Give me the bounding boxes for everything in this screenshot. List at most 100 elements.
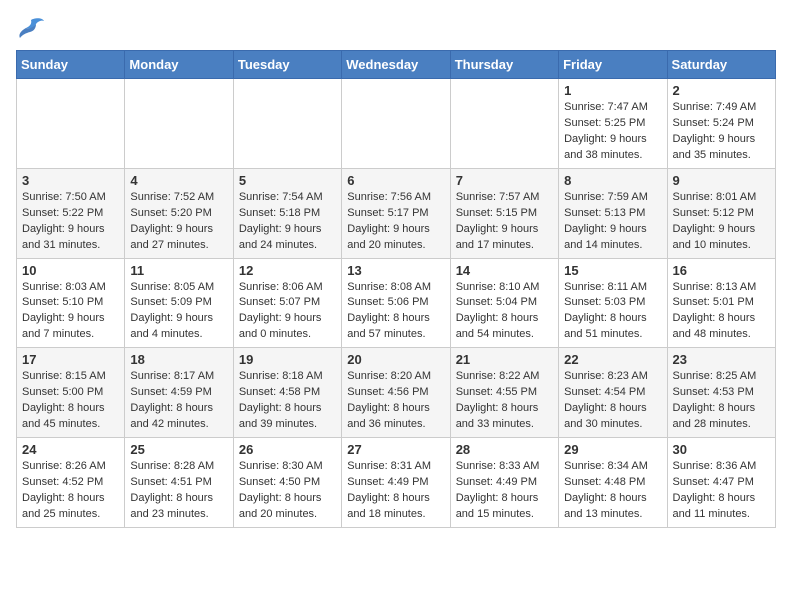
calendar-cell: 30 Sunrise: 8:36 AMSunset: 4:47 PMDayligh… <box>667 438 775 528</box>
day-info: Sunrise: 8:33 AMSunset: 4:49 PMDaylight:… <box>456 459 553 523</box>
day-number: 29 <box>564 442 661 457</box>
calendar-cell: 24 Sunrise: 8:26 AMSunset: 4:52 PMDayligh… <box>17 438 125 528</box>
day-info: Sunrise: 8:03 AMSunset: 5:10 PMDaylight:… <box>22 280 119 344</box>
day-number: 11 <box>130 263 227 278</box>
day-info: Sunrise: 8:34 AMSunset: 4:48 PMDaylight:… <box>564 459 661 523</box>
day-number: 18 <box>130 352 227 367</box>
calendar-cell: 11Sunrise: 8:05 AMSunset: 5:09 PMDayligh… <box>125 258 233 348</box>
col-header-thursday: Thursday <box>450 51 558 79</box>
calendar-cell: 4 Sunrise: 7:52 AMSunset: 5:20 PMDaylight… <box>125 168 233 258</box>
calendar-cell: 18 Sunrise: 8:17 AMSunset: 4:59 PMDayligh… <box>125 348 233 438</box>
day-number: 23 <box>673 352 770 367</box>
col-header-wednesday: Wednesday <box>342 51 450 79</box>
day-info: Sunrise: 8:26 AMSunset: 4:52 PMDaylight:… <box>22 459 119 523</box>
calendar-cell: 20 Sunrise: 8:20 AMSunset: 4:56 PMDayligh… <box>342 348 450 438</box>
day-info: Sunrise: 7:49 AMSunset: 5:24 PMDaylight:… <box>673 100 770 164</box>
day-info: Sunrise: 7:56 AMSunset: 5:17 PMDaylight:… <box>347 190 444 254</box>
day-number: 16 <box>673 263 770 278</box>
calendar-cell <box>17 79 125 169</box>
day-number: 6 <box>347 173 444 188</box>
day-info: Sunrise: 8:10 AMSunset: 5:04 PMDaylight:… <box>456 280 553 344</box>
day-info: Sunrise: 8:18 AMSunset: 4:58 PMDaylight:… <box>239 369 336 433</box>
calendar-cell: 21 Sunrise: 8:22 AMSunset: 4:55 PMDayligh… <box>450 348 558 438</box>
day-info: Sunrise: 8:15 AMSunset: 5:00 PMDaylight:… <box>22 369 119 433</box>
day-number: 24 <box>22 442 119 457</box>
day-info: Sunrise: 8:22 AMSunset: 4:55 PMDaylight:… <box>456 369 553 433</box>
day-number: 10 <box>22 263 119 278</box>
calendar-cell: 19 Sunrise: 8:18 AMSunset: 4:58 PMDayligh… <box>233 348 341 438</box>
logo <box>16 16 50 40</box>
day-info: Sunrise: 8:20 AMSunset: 4:56 PMDaylight:… <box>347 369 444 433</box>
col-header-monday: Monday <box>125 51 233 79</box>
day-number: 14 <box>456 263 553 278</box>
calendar-cell: 23 Sunrise: 8:25 AMSunset: 4:53 PMDayligh… <box>667 348 775 438</box>
calendar-cell: 14 Sunrise: 8:10 AMSunset: 5:04 PMDayligh… <box>450 258 558 348</box>
calendar-table: SundayMondayTuesdayWednesdayThursdayFrid… <box>16 50 776 528</box>
day-info: Sunrise: 7:50 AMSunset: 5:22 PMDaylight:… <box>22 190 119 254</box>
day-info: Sunrise: 8:17 AMSunset: 4:59 PMDaylight:… <box>130 369 227 433</box>
calendar-cell: 1 Sunrise: 7:47 AMSunset: 5:25 PMDaylight… <box>559 79 667 169</box>
day-number: 26 <box>239 442 336 457</box>
day-info: Sunrise: 8:25 AMSunset: 4:53 PMDaylight:… <box>673 369 770 433</box>
day-info: Sunrise: 7:59 AMSunset: 5:13 PMDaylight:… <box>564 190 661 254</box>
day-number: 3 <box>22 173 119 188</box>
calendar-cell: 29 Sunrise: 8:34 AMSunset: 4:48 PMDayligh… <box>559 438 667 528</box>
calendar-cell: 5Sunrise: 7:54 AMSunset: 5:18 PMDaylight… <box>233 168 341 258</box>
calendar-cell: 9 Sunrise: 8:01 AMSunset: 5:12 PMDaylight… <box>667 168 775 258</box>
calendar-cell: 10 Sunrise: 8:03 AMSunset: 5:10 PMDayligh… <box>17 258 125 348</box>
day-number: 15 <box>564 263 661 278</box>
calendar-cell: 7 Sunrise: 7:57 AMSunset: 5:15 PMDaylight… <box>450 168 558 258</box>
day-number: 21 <box>456 352 553 367</box>
day-number: 1 <box>564 83 661 98</box>
col-header-friday: Friday <box>559 51 667 79</box>
day-info: Sunrise: 8:23 AMSunset: 4:54 PMDaylight:… <box>564 369 661 433</box>
day-number: 17 <box>22 352 119 367</box>
calendar-cell: 16 Sunrise: 8:13 AMSunset: 5:01 PMDayligh… <box>667 258 775 348</box>
col-header-sunday: Sunday <box>17 51 125 79</box>
day-number: 22 <box>564 352 661 367</box>
day-number: 2 <box>673 83 770 98</box>
page-header <box>16 16 776 40</box>
calendar-cell: 17 Sunrise: 8:15 AMSunset: 5:00 PMDayligh… <box>17 348 125 438</box>
calendar-cell: 2 Sunrise: 7:49 AMSunset: 5:24 PMDaylight… <box>667 79 775 169</box>
day-number: 27 <box>347 442 444 457</box>
calendar-cell <box>342 79 450 169</box>
day-info: Sunrise: 7:52 AMSunset: 5:20 PMDaylight:… <box>130 190 227 254</box>
calendar-cell: 28Sunrise: 8:33 AMSunset: 4:49 PMDayligh… <box>450 438 558 528</box>
day-info: Sunrise: 8:08 AMSunset: 5:06 PMDaylight:… <box>347 280 444 344</box>
day-number: 8 <box>564 173 661 188</box>
calendar-cell: 6 Sunrise: 7:56 AMSunset: 5:17 PMDaylight… <box>342 168 450 258</box>
day-number: 25 <box>130 442 227 457</box>
day-number: 13 <box>347 263 444 278</box>
day-number: 20 <box>347 352 444 367</box>
day-number: 12 <box>239 263 336 278</box>
calendar-cell: 26Sunrise: 8:30 AMSunset: 4:50 PMDayligh… <box>233 438 341 528</box>
calendar-cell <box>233 79 341 169</box>
calendar-cell <box>450 79 558 169</box>
col-header-saturday: Saturday <box>667 51 775 79</box>
day-number: 4 <box>130 173 227 188</box>
day-info: Sunrise: 8:01 AMSunset: 5:12 PMDaylight:… <box>673 190 770 254</box>
day-info: Sunrise: 8:13 AMSunset: 5:01 PMDaylight:… <box>673 280 770 344</box>
calendar-cell: 3 Sunrise: 7:50 AMSunset: 5:22 PMDaylight… <box>17 168 125 258</box>
calendar-cell: 13 Sunrise: 8:08 AMSunset: 5:06 PMDayligh… <box>342 258 450 348</box>
day-info: Sunrise: 8:31 AMSunset: 4:49 PMDaylight:… <box>347 459 444 523</box>
day-info: Sunrise: 8:36 AMSunset: 4:47 PMDaylight:… <box>673 459 770 523</box>
logo-icon <box>16 16 46 40</box>
calendar-cell: 8 Sunrise: 7:59 AMSunset: 5:13 PMDaylight… <box>559 168 667 258</box>
calendar-cell: 25 Sunrise: 8:28 AMSunset: 4:51 PMDayligh… <box>125 438 233 528</box>
calendar-cell: 22 Sunrise: 8:23 AMSunset: 4:54 PMDayligh… <box>559 348 667 438</box>
day-number: 9 <box>673 173 770 188</box>
day-info: Sunrise: 8:11 AMSunset: 5:03 PMDaylight:… <box>564 280 661 344</box>
day-number: 7 <box>456 173 553 188</box>
day-info: Sunrise: 8:28 AMSunset: 4:51 PMDaylight:… <box>130 459 227 523</box>
day-number: 30 <box>673 442 770 457</box>
day-info: Sunrise: 7:47 AMSunset: 5:25 PMDaylight:… <box>564 100 661 164</box>
col-header-tuesday: Tuesday <box>233 51 341 79</box>
day-info: Sunrise: 7:57 AMSunset: 5:15 PMDaylight:… <box>456 190 553 254</box>
calendar-cell: 15 Sunrise: 8:11 AMSunset: 5:03 PMDayligh… <box>559 258 667 348</box>
day-number: 5 <box>239 173 336 188</box>
day-info: Sunrise: 8:06 AMSunset: 5:07 PMDaylight:… <box>239 280 336 344</box>
day-number: 19 <box>239 352 336 367</box>
calendar-cell: 12 Sunrise: 8:06 AMSunset: 5:07 PMDayligh… <box>233 258 341 348</box>
